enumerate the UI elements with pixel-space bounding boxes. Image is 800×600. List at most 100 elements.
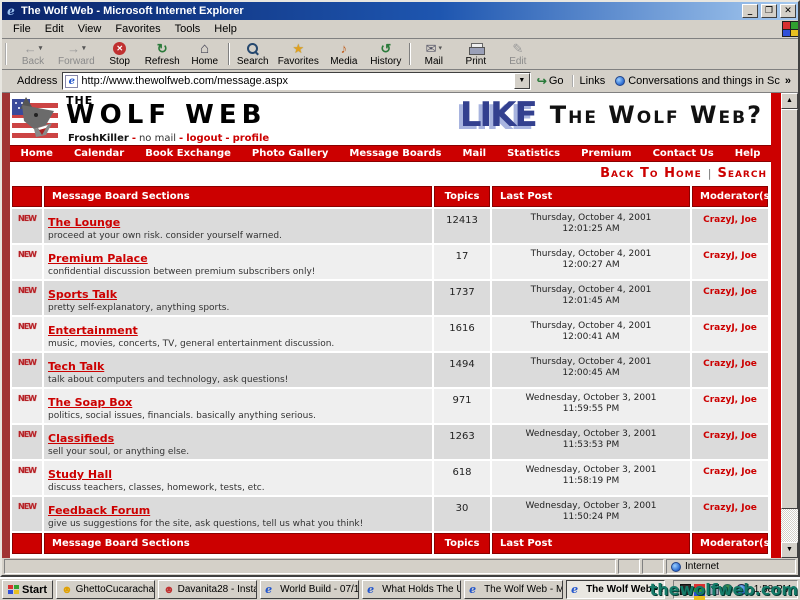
scroll-down-button[interactable]: ▼ (781, 542, 798, 558)
taskbar-task-aim-1[interactable]: ☻ GhettoCucaracha's ... (56, 580, 155, 599)
aim-running-man-icon: ☻ (163, 584, 175, 596)
close-button[interactable]: ✕ (780, 4, 796, 18)
menubar: File Edit View Favorites Tools Help (2, 20, 798, 39)
board-link-feedback-forum[interactable]: Feedback Forum (48, 504, 150, 517)
ie-logo-icon: e (4, 4, 18, 18)
board-link-the-lounge[interactable]: The Lounge (48, 216, 120, 229)
board-link-the-soap-box[interactable]: The Soap Box (48, 396, 132, 409)
history-icon: ↺ (380, 41, 391, 56)
minimize-button[interactable]: _ (742, 4, 758, 18)
moderators[interactable]: CrazyJ, Joe (692, 281, 768, 315)
topics-count: 1737 (434, 281, 490, 315)
media-button[interactable]: ♪ Media (323, 40, 365, 68)
maximize-button[interactable]: ❐ (761, 4, 777, 18)
board-desc: confidential discussion between premium … (48, 267, 428, 277)
back-to-home-link[interactable]: Back To Home (600, 166, 702, 181)
back-button[interactable]: ←▾ Back (12, 40, 54, 68)
address-dropdown-button[interactable]: ▼ (514, 73, 530, 89)
links-overflow-chevron[interactable]: » (784, 75, 794, 87)
scroll-thumb[interactable] (781, 109, 798, 509)
nav-message-boards[interactable]: Message Boards (349, 148, 441, 159)
go-button[interactable]: ↪ Go (531, 74, 570, 88)
forward-button[interactable]: →▾ Forward (54, 40, 99, 68)
taskbar-task-ie-3[interactable]: e The Wolf Web - Mic... (464, 580, 563, 599)
board-link-entertainment[interactable]: Entertainment (48, 324, 138, 337)
moderators[interactable]: CrazyJ, Joe (692, 353, 768, 387)
table-row: NEW The Lounge proceed at your own risk.… (12, 209, 768, 243)
menu-view[interactable]: View (71, 21, 109, 37)
menu-edit[interactable]: Edit (38, 21, 71, 37)
topics-count: 17 (434, 245, 490, 279)
board-link-premium-palace[interactable]: Premium Palace (48, 252, 148, 265)
like-banner: LIKE The Wolf Web? (460, 95, 763, 135)
header-last-post: Last Post (492, 186, 690, 207)
internet-zone-icon (671, 562, 681, 572)
board-link-tech-talk[interactable]: Tech Talk (48, 360, 104, 373)
logout-link[interactable]: logout (186, 133, 222, 144)
new-icon: NEW (18, 430, 36, 439)
last-post: Thursday, October 4, 2001 12:00:45 AM (492, 353, 690, 387)
board-link-classifieds[interactable]: Classifieds (48, 432, 114, 445)
vertical-scrollbar[interactable]: ▲ ▼ (781, 93, 798, 558)
browser-window: e The Wolf Web - Microsoft Internet Expl… (0, 0, 800, 577)
nav-book-exchange[interactable]: Book Exchange (145, 148, 231, 159)
main-nav: Home Calendar Book Exchange Photo Galler… (10, 145, 771, 162)
status-panel (642, 559, 664, 574)
home-button[interactable]: ⌂ Home (184, 40, 226, 68)
favorites-button[interactable]: ★ Favorites (274, 40, 323, 68)
moderators[interactable]: CrazyJ, Joe (692, 461, 768, 495)
header-topics: Topics (434, 186, 490, 207)
nav-statistics[interactable]: Statistics (507, 148, 560, 159)
profile-link[interactable]: profile (233, 133, 270, 144)
username: FroshKiller (68, 133, 129, 144)
mail-button[interactable]: ✉▾ Mail (413, 40, 455, 68)
header-sections: Message Board Sections (44, 186, 432, 207)
forward-icon: →▾ (67, 41, 86, 56)
board-desc: talk about computers and technology, ask… (48, 375, 428, 385)
nav-mail[interactable]: Mail (463, 148, 487, 159)
history-button[interactable]: ↺ History (365, 40, 407, 68)
taskbar-task-ie-2[interactable]: e What Holds The Un... (362, 580, 461, 599)
board-link-sports-talk[interactable]: Sports Talk (48, 288, 117, 301)
topics-count: 1263 (434, 425, 490, 459)
moderators[interactable]: CrazyJ, Joe (692, 425, 768, 459)
nav-calendar[interactable]: Calendar (74, 148, 124, 159)
board-link-study-hall[interactable]: Study Hall (48, 468, 112, 481)
nav-home[interactable]: Home (21, 148, 53, 159)
print-button[interactable]: Print (455, 40, 497, 68)
address-input[interactable]: e http://www.thewolfweb.com/message.aspx… (62, 72, 530, 90)
menu-help[interactable]: Help (207, 21, 244, 37)
links-label: Links (572, 75, 612, 87)
moderators[interactable]: CrazyJ, Joe (692, 317, 768, 351)
search-link[interactable]: Search (717, 166, 767, 181)
menu-favorites[interactable]: Favorites (108, 21, 167, 37)
home-icon: ⌂ (200, 41, 209, 56)
table-row: NEW Premium Palace confidential discussi… (12, 245, 768, 279)
moderators[interactable]: CrazyJ, Joe (692, 209, 768, 243)
new-icon: NEW (18, 502, 36, 511)
nav-help[interactable]: Help (735, 148, 761, 159)
board-table: Message Board Sections Topics Last Post … (12, 186, 768, 554)
refresh-button[interactable]: ↻ Refresh (141, 40, 184, 68)
moderators[interactable]: CrazyJ, Joe (692, 245, 768, 279)
scroll-up-button[interactable]: ▲ (781, 93, 798, 109)
stop-button[interactable]: ✕ Stop (99, 40, 141, 68)
site-header: The Wolf Web FroshKiller-no mail-logout-… (10, 93, 771, 145)
footer-icon-cell (12, 533, 42, 554)
moderators[interactable]: CrazyJ, Joe (692, 389, 768, 423)
nav-photo-gallery[interactable]: Photo Gallery (252, 148, 329, 159)
header-icon-cell (12, 186, 42, 207)
taskbar-task-ie-1[interactable]: e World Build - 07/14... (260, 580, 359, 599)
footer-moderators: Moderator(s) (692, 533, 768, 554)
taskbar-task-aim-2[interactable]: ☻ Davanita28 - Instant... (158, 580, 257, 599)
security-zone-panel: Internet (666, 559, 796, 574)
nav-contact-us[interactable]: Contact Us (653, 148, 714, 159)
menu-tools[interactable]: Tools (168, 21, 208, 37)
nav-premium[interactable]: Premium (581, 148, 631, 159)
search-button[interactable]: Search (232, 40, 274, 68)
edit-button[interactable]: ✎ Edit (497, 40, 539, 68)
start-button[interactable]: Start (2, 580, 53, 599)
menu-file[interactable]: File (6, 21, 38, 37)
moderators[interactable]: CrazyJ, Joe (692, 497, 768, 531)
links-bar-item[interactable]: Conversations and things in Sc (611, 75, 784, 87)
